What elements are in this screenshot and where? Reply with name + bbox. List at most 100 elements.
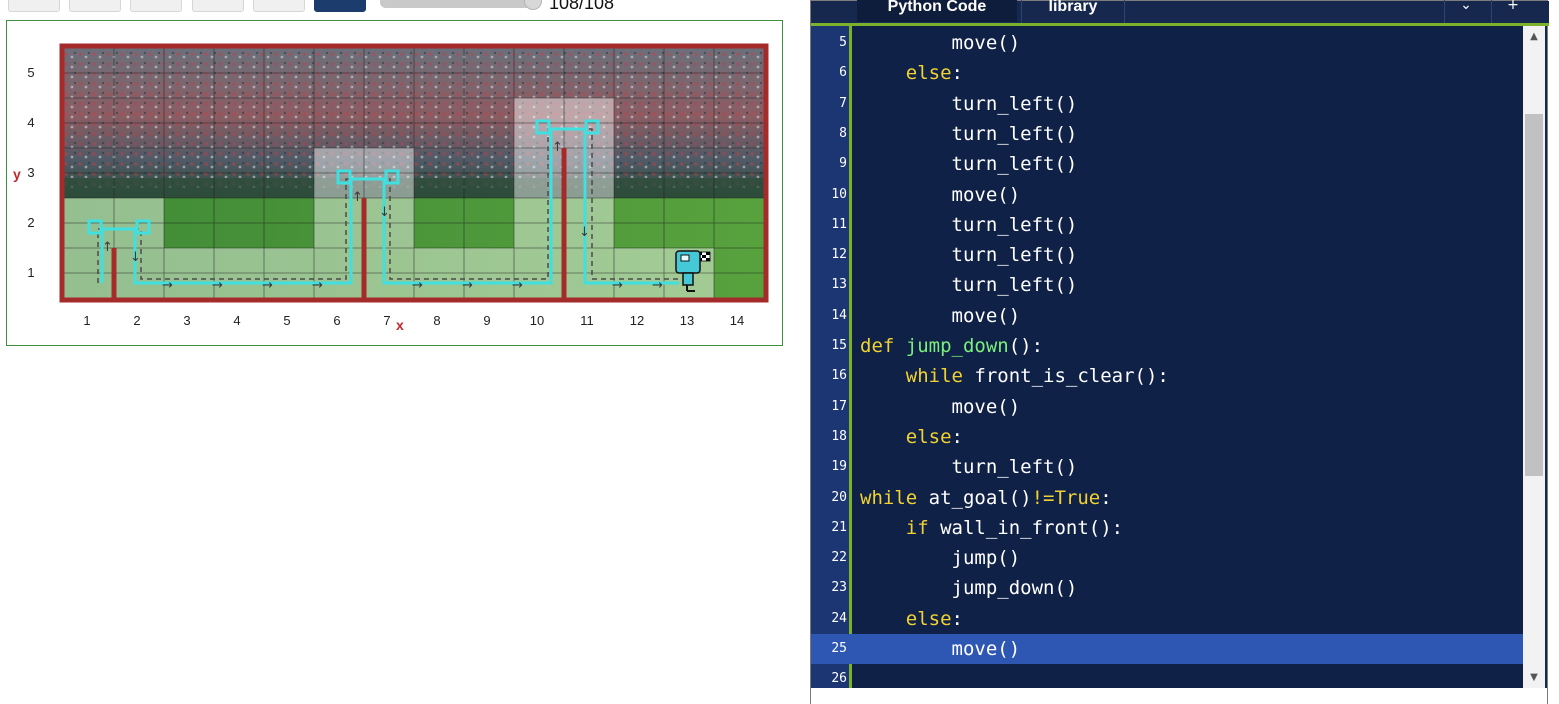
- code-text: move(): [860, 392, 1021, 422]
- code-text: def jump_down():: [860, 331, 1043, 361]
- step-slider[interactable]: [380, 0, 542, 10]
- first-step-button[interactable]: [8, 0, 60, 12]
- code-line[interactable]: 26: [811, 664, 1523, 689]
- svg-text:→: →: [262, 278, 273, 293]
- plus-icon[interactable]: +: [1491, 0, 1534, 25]
- code-token: at_goal(): [917, 486, 1032, 509]
- x-tick-label: 2: [133, 313, 141, 328]
- line-number: 15: [831, 338, 847, 353]
- pause-button[interactable]: [192, 0, 244, 12]
- tab-python-code[interactable]: Python Code: [857, 0, 1017, 25]
- x-tick-label: 4: [233, 313, 241, 328]
- code-text: turn_left(): [860, 270, 1078, 300]
- y-tick-label: 4: [27, 115, 35, 130]
- code-line[interactable]: 12 turn_left(): [811, 240, 1523, 270]
- code-token: :: [951, 62, 963, 85]
- code-line[interactable]: 9 turn_left(): [811, 149, 1523, 179]
- line-number: 18: [831, 428, 847, 444]
- robot-world-panel: → → → → → → → → → ↑ ↑ ↑ ↓ ↓ ↓ 54321 1 2 3 4 5 6 7 8 9 10 11 1…: [6, 20, 783, 346]
- svg-text:→: →: [412, 278, 423, 293]
- code-line[interactable]: 11 turn_left(): [811, 210, 1523, 240]
- code-token: move(): [951, 304, 1021, 327]
- stop-button[interactable]: [253, 0, 305, 12]
- code-token: else: [905, 607, 952, 630]
- step-slider-knob[interactable]: [524, 0, 542, 10]
- x-tick-label: 7: [383, 313, 391, 328]
- code-token: move(): [951, 638, 1021, 660]
- code-line[interactable]: 15 def jump_down():: [811, 331, 1523, 361]
- line-number: 5: [839, 35, 847, 50]
- y-tick-label: 3: [27, 165, 35, 180]
- code-line[interactable]: 7 turn_left(): [811, 89, 1523, 119]
- code-line[interactable]: 18 else:: [811, 422, 1523, 452]
- code-line[interactable]: 17 move(): [811, 392, 1523, 422]
- code-line[interactable]: 5 move(): [811, 28, 1523, 58]
- code-token: wall_in_front():: [928, 516, 1124, 539]
- code-token: turn_left(): [951, 274, 1078, 297]
- code-line[interactable]: 20 while at_goal()!=True:: [811, 483, 1523, 513]
- code-line[interactable]: 16 while front_is_clear():: [811, 361, 1523, 391]
- line-number: 17: [831, 398, 847, 414]
- tab-library[interactable]: library: [1021, 0, 1125, 25]
- code-text: turn_left(): [860, 149, 1078, 179]
- chevron-down-icon[interactable]: ⌄: [1444, 0, 1487, 25]
- code-line[interactable]: 13 turn_left(): [811, 270, 1523, 300]
- code-text: move(): [860, 28, 1021, 58]
- x-tick-label: 1: [83, 313, 91, 328]
- line-number: 10: [831, 186, 847, 202]
- previous-step-button[interactable]: [69, 0, 121, 12]
- code-line[interactable]: 22 jump(): [811, 543, 1523, 573]
- code-line[interactable]: 6 else:: [811, 58, 1523, 88]
- scroll-down-icon[interactable]: ▼: [1523, 667, 1545, 689]
- code-token: while: [860, 486, 918, 509]
- line-number: 20: [831, 489, 847, 505]
- editor-frame: Python Code library ⌄ + 5 move() 6 else: 7…: [810, 0, 1549, 704]
- scroll-thumb[interactable]: [1525, 114, 1543, 476]
- line-number: 21: [831, 519, 847, 535]
- code-line[interactable]: 10 move(): [811, 180, 1523, 210]
- code-area[interactable]: 5 move() 6 else: 7 turn_left() 8 turn_left(…: [811, 26, 1523, 689]
- code-text: turn_left(): [860, 119, 1078, 149]
- code-token: move(): [951, 183, 1021, 206]
- x-tick-label: 5: [283, 313, 291, 328]
- code-line[interactable]: 14 move(): [811, 301, 1523, 331]
- code-token: :: [1100, 486, 1112, 509]
- editor-footer: [810, 688, 1548, 704]
- y-tick-label: 5: [27, 65, 35, 80]
- play-button[interactable]: [130, 0, 182, 12]
- x-tick-label: 13: [679, 313, 695, 328]
- code-token: else: [905, 425, 952, 448]
- line-number: 9: [839, 156, 847, 172]
- scroll-up-icon[interactable]: ▲: [1523, 26, 1545, 48]
- code-line[interactable]: 19 turn_left(): [811, 452, 1523, 482]
- code-text: move(): [860, 301, 1021, 331]
- svg-text:→: →: [462, 278, 473, 293]
- line-number: 24: [831, 610, 847, 626]
- svg-text:→: →: [612, 278, 623, 293]
- code-line[interactable]: 21 if wall_in_front():: [811, 513, 1523, 543]
- zoom-button[interactable]: [314, 0, 366, 12]
- x-tick-label: 14: [729, 313, 745, 328]
- code-token: jump(): [951, 547, 1021, 570]
- svg-text:↑: ↑: [102, 240, 113, 255]
- current-code-line[interactable]: 25 move(): [811, 634, 1523, 664]
- vertical-scrollbar[interactable]: ▲ ▼: [1523, 26, 1545, 689]
- code-line[interactable]: 8 turn_left(): [811, 119, 1523, 149]
- code-line[interactable]: 23 jump_down(): [811, 573, 1523, 603]
- code-line[interactable]: 24 else:: [811, 604, 1523, 634]
- world-canvas: → → → → → → → → → ↑ ↑ ↑ ↓ ↓ ↓: [59, 43, 769, 303]
- code-token: move(): [951, 395, 1021, 418]
- code-token: ():: [1008, 335, 1044, 357]
